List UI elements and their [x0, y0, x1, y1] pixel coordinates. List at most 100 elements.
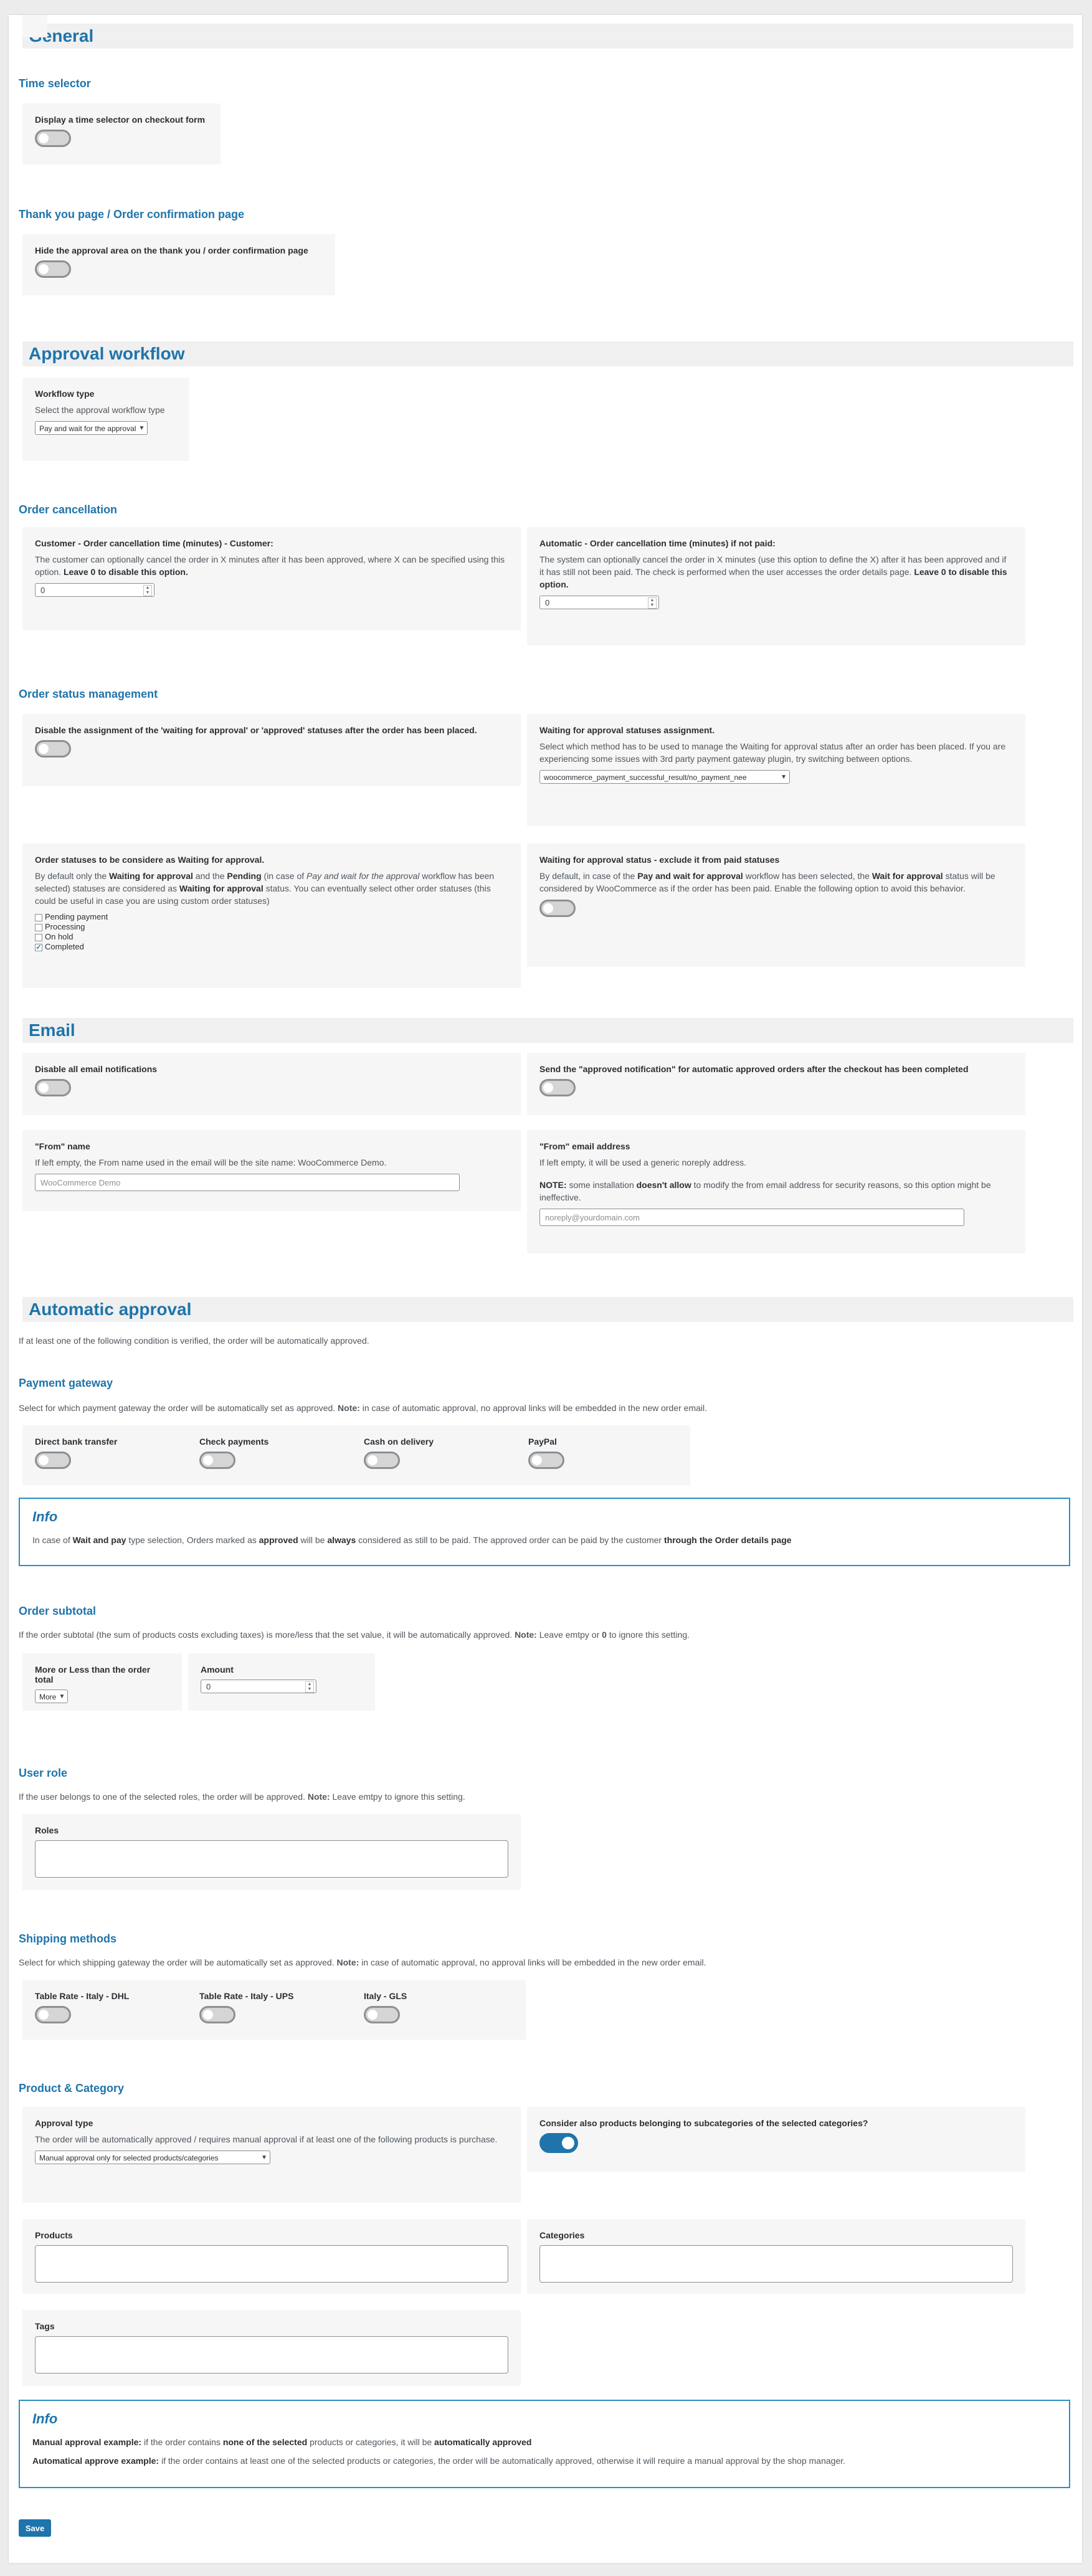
checkbox-label: On hold	[45, 932, 74, 941]
workflow-type-select[interactable]: Pay and wait for the approval ▼	[35, 421, 148, 435]
desc-bold: Wait for approval	[871, 871, 943, 881]
time-selector-label: Display a time selector on checkout form	[35, 115, 206, 125]
amount-input[interactable]: 0 ▲ ▼	[201, 1680, 316, 1693]
products-input[interactable]	[35, 2245, 508, 2283]
desc-text: workflow has been selected, the	[745, 871, 870, 881]
spinner-icon[interactable]: ▲ ▼	[305, 1681, 314, 1693]
toggle-knob	[39, 2010, 49, 2020]
select-value: Pay and wait for the approval	[39, 424, 136, 433]
send-approved-toggle[interactable]	[539, 1079, 576, 1096]
info-title: Info	[32, 1509, 58, 1524]
info-text-automatic: Automatical approve example: if the orde…	[32, 2455, 1056, 2467]
shipping-toggle[interactable]	[364, 2006, 400, 2023]
approval-type-card: Approval type The order will be automati…	[22, 2107, 521, 2203]
note-bold: doesn't allow	[636, 1180, 691, 1190]
spinner-icon[interactable]: ▲ ▼	[143, 585, 152, 596]
info-bold: none of the selected	[222, 2437, 308, 2447]
checkbox[interactable]	[35, 913, 42, 921]
payment-gateway-title: Payment gateway	[19, 1377, 113, 1389]
waiting-assign-label: Waiting for approval statuses assignment…	[539, 725, 715, 735]
select-value: More	[39, 1693, 57, 1701]
disable-assign-label: Disable the assignment of the 'waiting f…	[35, 725, 477, 735]
checkbox[interactable]	[35, 923, 42, 931]
input-value: 0	[545, 598, 550, 607]
shipping-toggle[interactable]	[35, 2006, 71, 2023]
checkbox-checked[interactable]: ✓	[35, 943, 42, 951]
toggle-knob	[562, 2137, 574, 2149]
approval-type-label: Approval type	[35, 2118, 93, 2128]
section-title: Approval workflow	[29, 344, 185, 363]
thankyou-label: Hide the approval area on the thank you …	[35, 245, 308, 255]
status-option-completed[interactable]: ✓ Completed	[35, 942, 508, 952]
shipping-gls: Italy - GLS	[364, 1991, 407, 2027]
thankyou-card: Hide the approval area on the thank you …	[22, 234, 335, 295]
tags-input[interactable]	[35, 2336, 508, 2374]
input-placeholder: WooCommerce Demo	[40, 1178, 121, 1187]
status-option-processing[interactable]: Processing	[35, 922, 508, 932]
subcategories-toggle[interactable]	[539, 2133, 578, 2153]
from-name-card: "From" name If left empty, the From name…	[22, 1130, 521, 1211]
waiting-assign-desc: Select which method has to be used to ma…	[539, 741, 1006, 764]
toggle-knob	[39, 1455, 49, 1465]
status-option-on-hold[interactable]: On hold	[35, 932, 508, 942]
info-text-manual: Manual approval example: if the order co…	[32, 2436, 1056, 2448]
save-button[interactable]: Save	[19, 2519, 51, 2537]
input-placeholder: noreply@yourdomain.com	[545, 1213, 640, 1222]
desc-text: to ignore this setting.	[609, 1630, 690, 1640]
gateway-toggle[interactable]	[364, 1452, 400, 1469]
workflow-type-label: Workflow type	[35, 389, 95, 399]
statuses-desc: By default only the Waiting for approval…	[35, 870, 508, 907]
hide-approval-toggle[interactable]	[35, 260, 71, 278]
status-option-pending[interactable]: Pending payment	[35, 912, 508, 922]
shipping-label: Italy - GLS	[364, 1991, 407, 2001]
desc-text: in case of automatic approval, no approv…	[361, 1957, 706, 1967]
desc-text: If the order subtotal (the sum of produc…	[19, 1630, 513, 1640]
disable-all-email-toggle[interactable]	[35, 1079, 71, 1096]
shipping-methods-card-shim	[22, 15, 47, 37]
toggle-knob	[203, 2010, 213, 2020]
gateway-check-payments: Check payments	[199, 1437, 268, 1472]
order-subtotal-title: Order subtotal	[19, 1605, 97, 1617]
info-bold: Wait and pay	[72, 1535, 126, 1545]
disable-assign-toggle[interactable]	[35, 740, 71, 758]
waiting-assign-select[interactable]: woocommerce_payment_successful_result/no…	[539, 770, 790, 784]
info-bold: automatically approved	[434, 2437, 532, 2447]
desc-text: Select for which shipping gateway the or…	[19, 1957, 335, 1967]
from-name-input[interactable]: WooCommerce Demo	[35, 1174, 460, 1191]
approval-type-select[interactable]: Manual approval only for selected produc…	[35, 2151, 270, 2164]
toggle-knob	[203, 1455, 213, 1465]
desc-text: Leave emtpy to ignore this setting.	[332, 1792, 465, 1802]
select-value: Manual approval only for selected produc…	[39, 2154, 219, 2162]
customer-cancel-input[interactable]: 0 ▲ ▼	[35, 583, 154, 597]
auto-cancel-card: Automatic - Order cancellation time (min…	[527, 527, 1025, 645]
more-less-select[interactable]: More ▼	[35, 1690, 69, 1703]
checkbox-label: Completed	[45, 942, 84, 951]
exclude-paid-toggle[interactable]	[539, 900, 576, 917]
statuses-label: Order statuses to be considere as Waitin…	[35, 855, 265, 865]
from-email-input[interactable]: noreply@yourdomain.com	[539, 1209, 964, 1226]
customer-cancel-card: Customer - Order cancellation time (minu…	[22, 527, 521, 630]
gateway-toggle[interactable]	[35, 1452, 71, 1469]
gateway-toggle[interactable]	[528, 1452, 564, 1469]
checkbox[interactable]	[35, 933, 42, 941]
desc-italic: Pay and wait for the approval	[306, 871, 420, 881]
toggle-knob	[39, 744, 49, 754]
more-less-card: More or Less than the order total More ▼	[22, 1653, 182, 1711]
shipping-toggle[interactable]	[199, 2006, 235, 2023]
auto-cancel-input[interactable]: 0 ▲ ▼	[539, 596, 659, 609]
shipping-label: Table Rate - Italy - DHL	[35, 1991, 130, 2001]
toggle-knob	[39, 1083, 49, 1093]
info-text-part: In case of	[32, 1535, 70, 1545]
subcategories-label: Consider also products belonging to subc…	[539, 2118, 868, 2128]
roles-input[interactable]	[35, 1840, 508, 1878]
time-selector-card: Display a time selector on checkout form	[22, 103, 221, 164]
desc-text: and the	[195, 871, 225, 881]
customer-cancel-desc: The customer can optionally cancel the o…	[35, 553, 508, 578]
categories-input[interactable]	[539, 2245, 1013, 2283]
time-selector-toggle[interactable]	[35, 130, 71, 147]
status-mgmt-title: Order status management	[19, 688, 158, 700]
info-text-part: if the order contains at least one of th…	[161, 2456, 846, 2466]
desc-text: By default only the	[35, 871, 107, 881]
spinner-icon[interactable]: ▲ ▼	[648, 597, 657, 609]
gateway-toggle[interactable]	[199, 1452, 235, 1469]
